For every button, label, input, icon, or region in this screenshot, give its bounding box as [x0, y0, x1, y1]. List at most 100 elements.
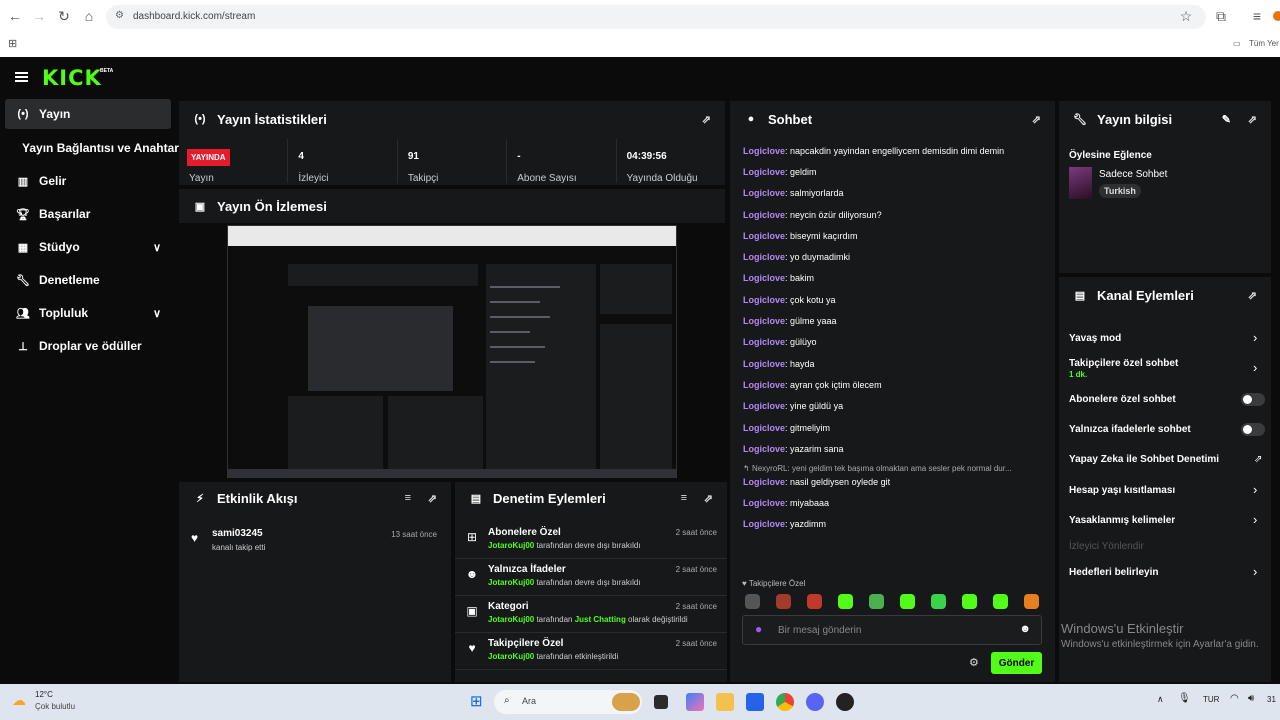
- file-explorer-icon[interactable]: [716, 693, 734, 711]
- stream-category[interactable]: Sadece Sohbet: [1099, 169, 1167, 180]
- emote-icon[interactable]: [931, 594, 946, 609]
- chevron-down-icon[interactable]: ∨: [153, 241, 161, 254]
- chevron-right-icon[interactable]: ›: [1253, 482, 1257, 497]
- mod-user[interactable]: JotaroKuj00: [488, 615, 534, 624]
- popout-icon[interactable]: ⇗: [1248, 113, 1257, 126]
- mic-icon[interactable]: 🎙︎: [1178, 693, 1191, 704]
- app-icon[interactable]: [836, 693, 854, 711]
- all-bookmarks-link[interactable]: Tüm Yer: [1249, 39, 1279, 48]
- input-language[interactable]: TUR: [1203, 695, 1219, 704]
- chevron-up-icon[interactable]: ∧: [1157, 694, 1164, 705]
- sidebar-item-yayin[interactable]: (•) Yayın: [5, 99, 171, 129]
- windows-start-icon[interactable]: ⊞: [470, 692, 483, 710]
- chat-username[interactable]: Logiclove: [743, 444, 785, 454]
- external-link-icon[interactable]: ⇗: [1254, 454, 1262, 465]
- chat-username[interactable]: Logiclove: [743, 146, 785, 156]
- send-button[interactable]: Gönder: [991, 652, 1042, 674]
- sidebar-item-topluluk[interactable]: 👥︎ Topluluk ∨: [5, 298, 171, 328]
- chat-username[interactable]: Logiclove: [743, 423, 785, 433]
- chrome-icon[interactable]: [776, 693, 794, 711]
- mic-icon[interactable]: ●: [755, 622, 762, 636]
- store-icon[interactable]: [746, 693, 764, 711]
- popout-icon[interactable]: ⇗: [702, 113, 711, 126]
- reading-list-icon[interactable]: ≡: [1248, 8, 1266, 24]
- emote-icon[interactable]: [807, 594, 822, 609]
- site-info-icon[interactable]: ⚙: [115, 10, 124, 21]
- banned-words-item[interactable]: Yasaklanmış kelimeler: [1069, 515, 1269, 526]
- chat-username[interactable]: Logiclove: [743, 252, 785, 262]
- filter-icon[interactable]: ≡: [681, 492, 687, 504]
- weather-desc[interactable]: Çok bulutlu: [35, 702, 75, 711]
- chevron-down-icon[interactable]: ∨: [153, 307, 161, 320]
- chat-username[interactable]: Logiclove: [743, 273, 785, 283]
- home-icon[interactable]: ⌂: [80, 8, 98, 24]
- sidebar-item-stream-key[interactable]: Yayın Bağlantısı ve Anahtarı: [22, 133, 188, 163]
- apps-grid-icon[interactable]: ⊞: [8, 37, 17, 50]
- copilot-icon[interactable]: [686, 693, 704, 711]
- wifi-icon[interactable]: ◠: [1230, 693, 1239, 704]
- emote-icon[interactable]: [776, 594, 791, 609]
- emote-icon[interactable]: [1024, 594, 1039, 609]
- mod-category[interactable]: Just Chatting: [575, 615, 626, 624]
- feed-user[interactable]: sami03245: [212, 528, 263, 539]
- chat-username[interactable]: Logiclove: [743, 477, 785, 487]
- volume-icon[interactable]: 🔊︎: [1248, 693, 1254, 704]
- chat-username[interactable]: Logiclove: [743, 295, 785, 305]
- emotes-only-toggle[interactable]: [1241, 423, 1265, 436]
- emoji-icon[interactable]: ☻: [1019, 623, 1031, 635]
- chat-username[interactable]: Logiclove: [743, 167, 785, 177]
- followers-only-item[interactable]: Takipçilere özel sohbet: [1069, 358, 1269, 369]
- emote-icon[interactable]: [900, 594, 915, 609]
- emote-icon[interactable]: [869, 594, 884, 609]
- emote-icon[interactable]: [962, 594, 977, 609]
- chat-username[interactable]: Logiclove: [743, 380, 785, 390]
- taskbar-widget-icon[interactable]: [612, 693, 640, 711]
- discord-icon[interactable]: [806, 693, 824, 711]
- chat-reply-reference[interactable]: ↰ NexyroRL: yeni geldim tek başıma olmak…: [743, 464, 1043, 473]
- sidebar-item-droplar[interactable]: ⊥ Droplar ve ödüller: [5, 331, 171, 361]
- clock[interactable]: 31: [1267, 695, 1276, 704]
- chat-username[interactable]: Logiclove: [743, 519, 785, 529]
- settings-gear-icon[interactable]: ⚙: [969, 656, 979, 669]
- chat-input[interactable]: ● Bir mesaj gönderin ☻: [742, 615, 1042, 645]
- mod-user[interactable]: JotaroKuj00: [488, 541, 534, 550]
- chat-username[interactable]: Logiclove: [743, 498, 785, 508]
- forward-icon[interactable]: →: [30, 8, 48, 24]
- chat-username[interactable]: Logiclove: [743, 210, 785, 220]
- chat-username[interactable]: Logiclove: [743, 231, 785, 241]
- chat-username[interactable]: Logiclove: [743, 337, 785, 347]
- set-goals-item[interactable]: Hedefleri belirleyin: [1069, 567, 1269, 578]
- mod-user[interactable]: JotaroKuj00: [488, 578, 534, 587]
- account-age-item[interactable]: Hesap yaşı kısıtlaması: [1069, 485, 1269, 496]
- popout-icon[interactable]: ⇗: [428, 492, 437, 505]
- filter-icon[interactable]: ≡: [405, 492, 411, 504]
- emote-icon[interactable]: [745, 594, 760, 609]
- task-view-icon[interactable]: [654, 695, 668, 709]
- weather-icon[interactable]: ☁: [12, 692, 26, 709]
- sidebar-item-studyo[interactable]: ▦ Stüdyo ∨: [5, 232, 171, 262]
- emote-icon[interactable]: [993, 594, 1008, 609]
- chat-username[interactable]: Logiclove: [743, 359, 785, 369]
- reload-icon[interactable]: ↻: [55, 8, 73, 25]
- profile-avatar[interactable]: [1273, 11, 1280, 21]
- sidebar-item-gelir[interactable]: ▥ Gelir: [5, 166, 171, 196]
- stream-preview[interactable]: [227, 225, 677, 478]
- address-bar[interactable]: [106, 5, 1206, 29]
- mod-user[interactable]: JotaroKuj00: [488, 652, 534, 661]
- chevron-right-icon[interactable]: ›: [1253, 564, 1257, 579]
- popout-icon[interactable]: ⇗: [1032, 113, 1041, 126]
- bookmark-star-icon[interactable]: ☆: [1177, 8, 1195, 25]
- chevron-right-icon[interactable]: ›: [1253, 512, 1257, 527]
- sidebar-item-denetleme[interactable]: 🔧︎ Denetleme: [5, 265, 171, 295]
- chevron-right-icon[interactable]: ›: [1253, 360, 1257, 375]
- popout-icon[interactable]: ⇗: [704, 492, 713, 505]
- extensions-icon[interactable]: ⧉: [1212, 8, 1230, 25]
- chat-username[interactable]: Logiclove: [743, 401, 785, 411]
- menu-icon[interactable]: [15, 72, 28, 82]
- ai-moderation-item[interactable]: Yapay Zeka ile Sohbet Denetimi: [1069, 454, 1269, 465]
- sidebar-item-basarilar[interactable]: 🏆︎ Başarılar: [5, 199, 171, 229]
- chat-username[interactable]: Logiclove: [743, 316, 785, 326]
- url-text[interactable]: dashboard.kick.com/stream: [133, 11, 255, 22]
- subscribers-only-toggle[interactable]: [1241, 393, 1265, 406]
- chat-username[interactable]: Logiclove: [743, 188, 785, 198]
